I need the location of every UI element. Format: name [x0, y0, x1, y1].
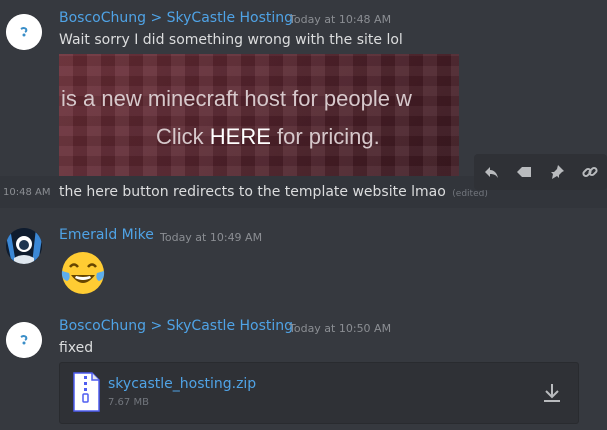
pin-icon[interactable] — [546, 161, 568, 183]
author-name[interactable]: Emerald Mike — [59, 227, 154, 243]
message-timestamp: Today at 10:49 AM — [160, 231, 263, 244]
joy-emoji[interactable] — [59, 249, 107, 297]
download-icon[interactable] — [542, 382, 562, 408]
embed-image[interactable]: is a new minecraft host for people w Cli… — [59, 54, 459, 176]
avatar[interactable] — [6, 322, 42, 358]
avatar[interactable] — [6, 14, 42, 50]
embed-text-line: Click HERE for pricing. — [156, 124, 380, 149]
file-name-link[interactable]: skycastle_hosting.zip — [108, 376, 256, 392]
embed-here-link: HERE — [209, 124, 271, 149]
avatar[interactable] — [6, 228, 42, 264]
message-text: the here button redirects to the templat… — [59, 184, 488, 200]
avatar-logo-icon — [6, 14, 42, 50]
message-text: fixed — [59, 340, 94, 356]
author-name[interactable]: BoscoChung > SkyCastle Hosting — [59, 318, 293, 334]
avatar-character-icon — [6, 228, 42, 264]
reply-icon[interactable] — [480, 161, 502, 183]
avatar-logo-icon — [6, 322, 42, 358]
message-timestamp: Today at 10:50 AM — [289, 322, 392, 335]
edited-label: (edited) — [452, 189, 488, 199]
author-name[interactable]: BoscoChung > SkyCastle Hosting — [59, 10, 293, 26]
embed-text-line: is a new minecraft host for people w — [61, 86, 412, 111]
file-attachment[interactable]: skycastle_hosting.zip 7.67 MB — [59, 362, 579, 424]
message-toolbar — [474, 154, 607, 190]
link-icon[interactable] — [579, 161, 601, 183]
message-text: Wait sorry I did something wrong with th… — [59, 32, 403, 48]
react-icon[interactable] — [513, 161, 535, 183]
file-size: 7.67 MB — [108, 397, 149, 408]
message-side-timestamp: 10:48 AM — [3, 187, 51, 198]
message-timestamp: Today at 10:48 AM — [289, 13, 392, 26]
file-icon — [72, 372, 100, 416]
